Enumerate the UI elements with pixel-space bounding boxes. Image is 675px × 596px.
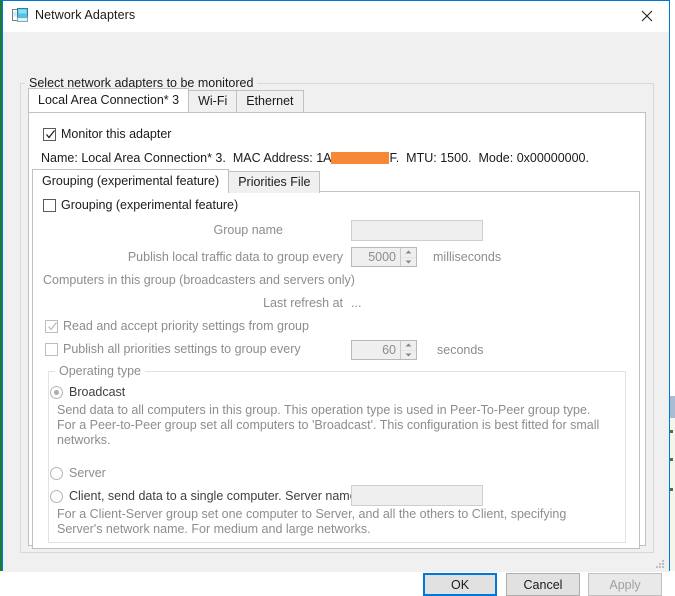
dialog-title: Network Adapters — [35, 8, 136, 22]
radio-broadcast-label: Broadcast — [69, 385, 126, 399]
mode-label: Mode: — [478, 151, 514, 165]
operating-type-legend: Operating type — [55, 364, 145, 378]
radio-server-label: Server — [69, 466, 106, 480]
radio-client-label: Client, send data to a single computer. … — [69, 489, 361, 503]
tab-priorities-file[interactable]: Priorities File — [228, 171, 321, 193]
ok-button[interactable]: OK — [423, 573, 497, 596]
monitor-this-adapter-label: Monitor this adapter — [61, 127, 172, 141]
grouping-enable-label: Grouping (experimental feature) — [61, 198, 239, 212]
read-priority-label: Read and accept priority settings from g… — [63, 319, 309, 333]
adapter-info-line: Name: Local Area Connection* 3. MAC Addr… — [41, 151, 589, 165]
publish-priority-units: seconds — [437, 343, 484, 357]
radio-broadcast[interactable] — [50, 386, 63, 399]
spinner-up-icon[interactable] — [401, 248, 416, 258]
last-refresh-label: Last refresh at — [263, 296, 343, 310]
tab-ethernet[interactable]: Ethernet — [236, 90, 304, 112]
tab-local-area-connection-3[interactable]: Local Area Connection* 3 — [28, 88, 190, 112]
mode-value: 0x00000000. — [516, 151, 589, 165]
dialog-titlebar: Network Adapters — [3, 1, 669, 33]
mtu-label: MTU: — [406, 151, 437, 165]
publish-priority-label: Publish all priorities settings to group… — [63, 342, 301, 356]
mac-address-label: MAC Address: — [232, 151, 313, 165]
client-description: For a Client-Server group set one comput… — [57, 507, 567, 536]
broadcast-description: Send data to all computers in this group… — [57, 403, 600, 447]
radio-broadcast-dot — [54, 390, 59, 395]
apply-button: Apply — [588, 573, 662, 596]
publish-priority-spinner-buttons[interactable] — [400, 341, 416, 359]
cancel-button[interactable]: Cancel — [506, 573, 580, 596]
spinner-up-icon[interactable] — [401, 341, 416, 351]
computers-in-group-label: Computers in this group (broadcasters an… — [43, 273, 355, 287]
publish-priority-spinner[interactable]: 60 — [351, 340, 417, 360]
group-name-label: Group name — [213, 223, 283, 237]
mtu-value: 1500. — [440, 151, 472, 165]
adapter-tabstrip: Local Area Connection* 3 Wi-Fi Ethernet — [28, 88, 304, 112]
last-refresh-value: ... — [351, 296, 362, 310]
publish-traffic-spinner[interactable]: 5000 — [351, 247, 417, 267]
resize-grip[interactable] — [653, 557, 665, 569]
publish-traffic-units: milliseconds — [433, 250, 502, 264]
read-priority-checkbox[interactable] — [45, 320, 58, 333]
publish-traffic-value: 5000 — [368, 250, 396, 264]
close-icon[interactable] — [624, 1, 669, 31]
mac-address-suffix: F. — [389, 151, 400, 165]
network-adapters-dialog: Network Adapters Select network adapters… — [2, 0, 670, 596]
grouping-tabstrip: Grouping (experimental feature) Prioriti… — [32, 169, 321, 193]
tab-wifi[interactable]: Wi-Fi — [188, 90, 238, 112]
publish-priority-value: 60 — [382, 343, 396, 357]
adapter-name-label: Name: — [41, 151, 78, 165]
network-adapter-icon — [12, 8, 29, 24]
spinner-down-icon[interactable] — [401, 258, 416, 267]
radio-client[interactable] — [50, 490, 63, 503]
mac-address-redaction — [331, 152, 390, 164]
mac-address-prefix: 1A — [316, 151, 332, 165]
radio-server[interactable] — [50, 467, 63, 480]
monitor-this-adapter-checkbox[interactable] — [43, 128, 56, 141]
publish-traffic-spinner-buttons[interactable] — [400, 248, 416, 266]
tab-grouping[interactable]: Grouping (experimental feature) — [32, 169, 230, 193]
adapter-name-value: Local Area Connection* 3. — [81, 151, 226, 165]
group-name-input[interactable] — [351, 220, 483, 241]
server-name-input[interactable] — [351, 485, 483, 506]
spinner-down-icon[interactable] — [401, 351, 416, 360]
publish-traffic-label: Publish local traffic data to group ever… — [127, 250, 343, 264]
dialog-client-area: Select network adapters to be monitored … — [3, 33, 669, 596]
publish-priority-checkbox[interactable] — [45, 343, 58, 356]
grouping-enable-checkbox[interactable] — [43, 199, 56, 212]
